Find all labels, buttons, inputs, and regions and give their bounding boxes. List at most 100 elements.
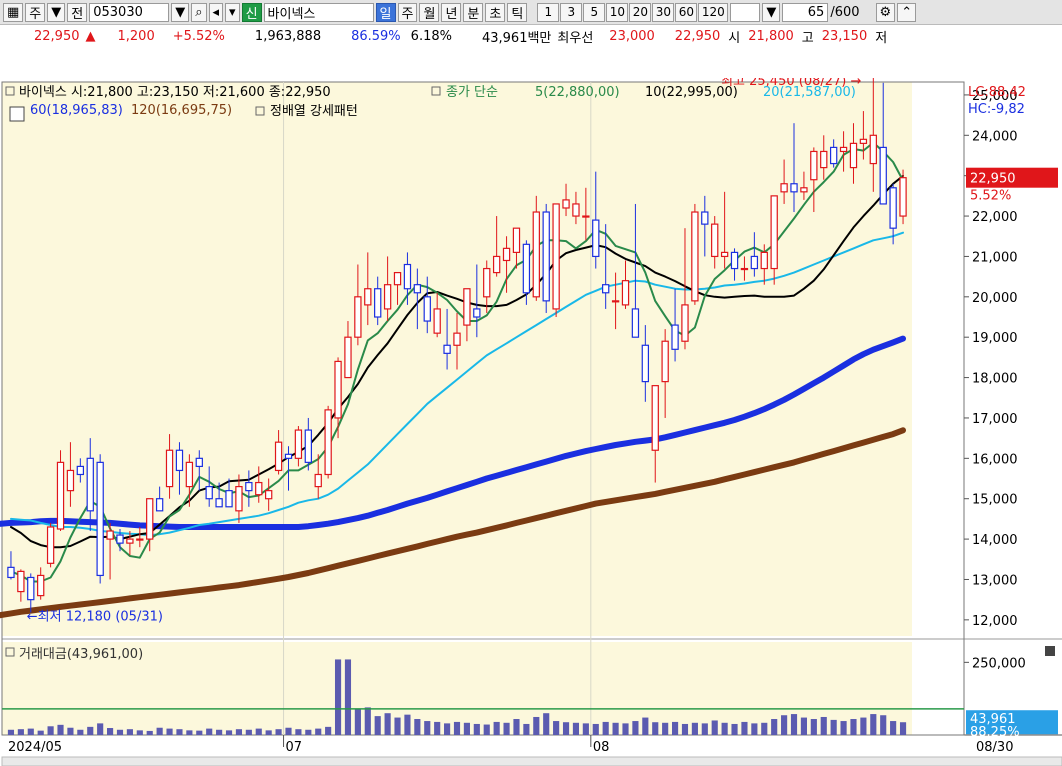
y-tick-label: 12,000 <box>972 614 1018 629</box>
candle <box>542 203 550 313</box>
period-tab-1[interactable]: 주 <box>397 2 418 22</box>
price-change-pct: +5.52% <box>172 28 225 44</box>
volume-bar <box>116 729 124 735</box>
count-input[interactable]: 65 <box>782 2 829 22</box>
volume-bar <box>602 721 609 735</box>
stock-name[interactable]: 바이넥스 <box>263 2 374 22</box>
y-tick-label: 18,000 <box>972 372 1018 387</box>
volume-bar <box>225 730 233 735</box>
x-tick-label: 08 <box>593 740 610 755</box>
candle-body <box>56 461 65 530</box>
volume-bar <box>662 722 669 735</box>
candle-body <box>572 203 580 217</box>
settings-icon[interactable]: ⚙ <box>875 2 896 22</box>
high-label: 고 <box>801 30 814 46</box>
search-icon[interactable]: ⌕ <box>191 2 207 22</box>
candle-body <box>413 284 422 294</box>
volume-bar <box>493 721 500 735</box>
candle-body <box>146 498 154 540</box>
candle <box>324 405 332 479</box>
volume-bar <box>404 714 411 735</box>
open-label: 시 <box>728 30 741 46</box>
interval-tab-4[interactable]: 20 <box>629 2 652 22</box>
volume-bar <box>711 720 718 735</box>
interval-tab-3[interactable]: 10 <box>606 2 629 22</box>
volume-bar <box>434 721 441 735</box>
interval-input[interactable] <box>730 2 761 22</box>
up-arrow-icon: ▲ <box>85 28 96 44</box>
interval-tab-0[interactable]: 1 <box>537 2 560 22</box>
volume-bar <box>850 719 857 735</box>
period-tab-5[interactable]: 초 <box>485 2 506 22</box>
stock-chart[interactable]: 25,00024,00023,00022,00021,00020,00019,0… <box>0 78 1062 766</box>
volume-last-pct: 88.25% <box>970 725 1020 740</box>
candle-body <box>185 461 194 488</box>
interval-tab-7[interactable]: 120 <box>698 2 729 22</box>
grid-icon[interactable] <box>9 106 25 122</box>
volume-bar <box>374 716 381 735</box>
volume-bar <box>97 723 104 735</box>
quote-bar: 22,950 ▲ 1,200 +5.52% 1,963,888 86.59% 6… <box>0 24 1062 47</box>
low-label: 저 <box>875 30 888 46</box>
candle <box>56 450 65 532</box>
period-tab-3[interactable]: 년 <box>441 2 462 22</box>
speaker-icon[interactable]: ◂ <box>208 2 224 22</box>
best-bid: 22,950 <box>674 28 721 44</box>
candle-body <box>730 251 739 270</box>
tool-icon[interactable]: ⌃ <box>897 2 917 22</box>
speaker-dropdown-icon[interactable]: ▾ <box>225 2 240 22</box>
period-tab-4[interactable]: 분 <box>463 2 484 22</box>
close-icon[interactable] <box>1045 646 1055 656</box>
volume-bar <box>731 723 738 735</box>
candle-body <box>284 453 293 459</box>
candle-body <box>7 566 15 579</box>
volume-bar <box>701 723 708 735</box>
market-dropdown-icon[interactable]: ▼ <box>47 2 66 22</box>
volume-bar <box>414 719 421 735</box>
volume-bar <box>47 726 54 735</box>
stock-code-input[interactable]: 053030 <box>89 2 170 22</box>
y-tick-label: 17,000 <box>972 412 1018 427</box>
ma-label-1: 10(22,995,00) <box>645 85 738 100</box>
volume-bar <box>255 728 262 735</box>
volume-bar <box>880 715 887 735</box>
volume-bar <box>235 729 243 735</box>
candle-body <box>790 183 798 193</box>
ma-title: 종가 단순 <box>446 85 498 100</box>
hc-label: HC:-9,82 <box>968 102 1025 117</box>
volume-bar <box>800 717 807 735</box>
candle-body <box>294 429 303 459</box>
market-button[interactable]: 주 <box>25 2 46 22</box>
chart-type-icon[interactable]: ▦ <box>3 2 24 22</box>
volume-bar <box>394 717 401 735</box>
volume-legend: 거래대금(43,961,00) <box>19 647 143 662</box>
volume-bar <box>7 729 15 735</box>
ma-label-4: 120(16,695,75) <box>131 103 232 118</box>
volume-bar <box>17 729 24 735</box>
candle <box>899 169 907 225</box>
scrollbar[interactable] <box>1 756 1062 766</box>
interval-tab-5[interactable]: 30 <box>652 2 675 22</box>
volume-y-tick-label: 250,000 <box>972 656 1026 671</box>
volume-bar <box>741 721 748 735</box>
candle-body <box>334 360 342 419</box>
period-tab-6[interactable]: 틱 <box>507 2 528 22</box>
x-tick-label: 08/30 <box>976 740 1013 755</box>
interval-tab-1[interactable]: 3 <box>560 2 583 22</box>
volume-bar <box>196 730 203 735</box>
interval-tab-6[interactable]: 60 <box>675 2 698 22</box>
volume-bar <box>364 707 371 735</box>
interval-tab-2[interactable]: 5 <box>583 2 606 22</box>
candle-body <box>374 288 382 318</box>
period-tab-0[interactable]: 일 <box>375 2 396 22</box>
candle-body <box>17 570 25 593</box>
interval-dropdown-icon[interactable]: ▼ <box>762 2 781 22</box>
volume-bar <box>503 722 510 735</box>
pattern-label: 정배열 강세패턴 <box>270 104 358 119</box>
code-dropdown-icon[interactable]: ▼ <box>171 2 190 22</box>
candle-body <box>711 223 719 258</box>
all-button[interactable]: 전 <box>67 2 88 22</box>
volume-bar <box>295 729 302 735</box>
period-tab-2[interactable]: 월 <box>419 2 440 22</box>
volume-bar <box>553 721 560 735</box>
